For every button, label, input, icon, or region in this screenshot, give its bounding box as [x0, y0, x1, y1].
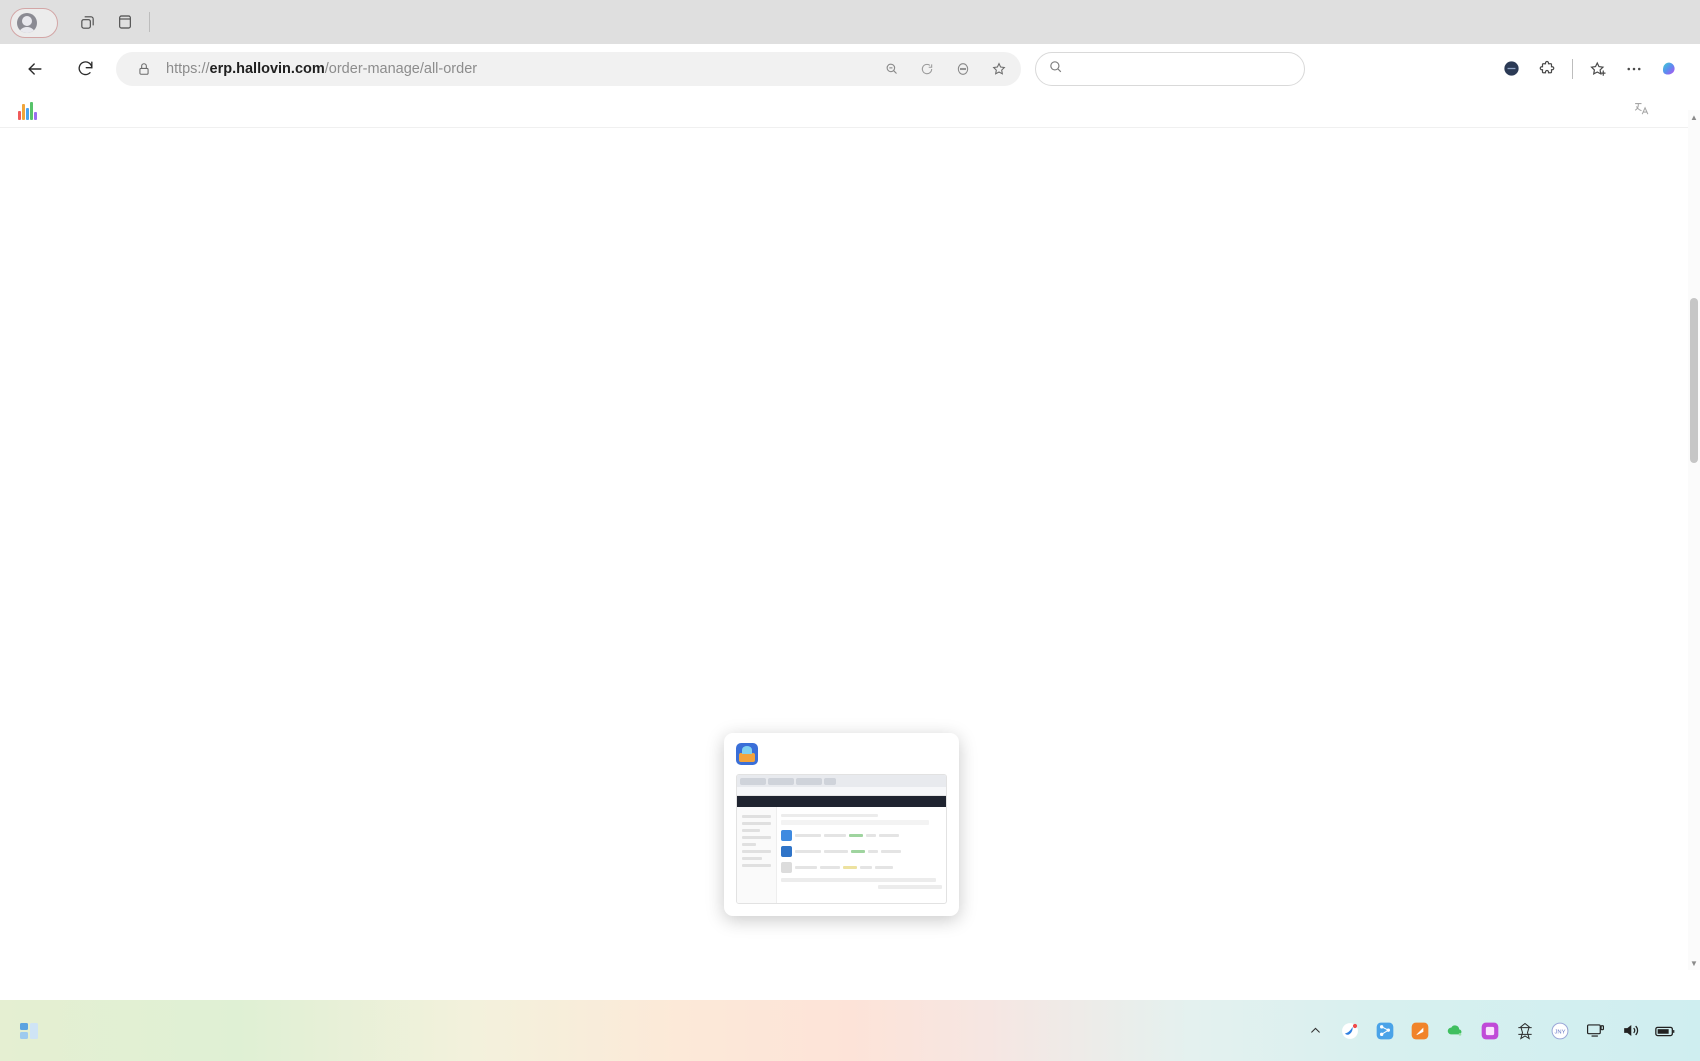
window-thumbnail-icon — [736, 743, 758, 765]
bookmark-star-icon[interactable] — [985, 55, 1013, 83]
lock-icon — [130, 55, 158, 83]
profile-sign-in-button[interactable] — [10, 8, 58, 38]
copilot-icon[interactable] — [1654, 53, 1686, 85]
tray-blue-bird-icon[interactable] — [1338, 1019, 1362, 1043]
toolbar-right-icons — [1495, 53, 1690, 85]
refresh-page-icon[interactable] — [913, 55, 941, 83]
reload-icon[interactable] — [68, 52, 102, 86]
search-icon — [1048, 59, 1063, 79]
vertical-scrollbar[interactable]: ▲ ▼ — [1688, 110, 1700, 970]
more-icon[interactable] — [1618, 53, 1650, 85]
favorites-icon[interactable] — [1582, 53, 1614, 85]
toolbar-divider — [1572, 58, 1573, 79]
puzzle-icon[interactable] — [1531, 53, 1563, 85]
volume-icon[interactable] — [1618, 1019, 1642, 1043]
scroll-down-arrow[interactable]: ▼ — [1688, 956, 1700, 970]
more-circle-icon[interactable] — [949, 55, 977, 83]
tray-node-graph-icon[interactable] — [1373, 1019, 1397, 1043]
tray-circle-logo-icon[interactable]: JNY — [1548, 1019, 1572, 1043]
tray-green-cloud-icon[interactable] — [1443, 1019, 1467, 1043]
chevron-up-icon[interactable] — [1303, 1019, 1327, 1043]
browser-toolbar: https://erp.hallovin.com/order-manage/al… — [0, 44, 1700, 93]
scrollbar-thumb[interactable] — [1690, 298, 1698, 463]
screen-root: https://erp.hallovin.com/order-manage/al… — [0, 0, 1700, 1061]
vertical-tabs-icon[interactable] — [110, 7, 140, 37]
app-brand[interactable] — [18, 101, 44, 120]
back-icon[interactable] — [18, 52, 52, 86]
tray-purple-square-icon[interactable] — [1478, 1019, 1502, 1043]
preview-thumbnail — [736, 774, 947, 904]
tray-orange-flag-icon[interactable] — [1408, 1019, 1432, 1043]
widgets-button[interactable] — [10, 1009, 48, 1053]
app-navigation-bar — [0, 93, 1700, 128]
window-preview-popup[interactable] — [724, 733, 959, 916]
taskbar-left — [10, 1009, 48, 1053]
svg-text:JNY: JNY — [1554, 1029, 1565, 1035]
scroll-up-arrow[interactable]: ▲ — [1688, 110, 1700, 124]
close-button[interactable] — [1654, 0, 1700, 44]
battery-icon[interactable] — [1653, 1019, 1677, 1043]
maximize-button[interactable] — [1608, 0, 1654, 44]
preview-header — [736, 743, 947, 765]
url-text: https://erp.hallovin.com/order-manage/al… — [166, 60, 478, 77]
minimize-button[interactable] — [1562, 0, 1608, 44]
extension-dark-icon[interactable] — [1495, 53, 1527, 85]
brand-logo-icon — [18, 101, 37, 120]
avatar — [17, 13, 37, 33]
window-controls — [1562, 0, 1700, 44]
split-screen-icon[interactable] — [72, 7, 102, 37]
zoom-out-icon[interactable] — [877, 55, 905, 83]
translate-icon[interactable] — [1633, 100, 1650, 120]
address-bar[interactable]: https://erp.hallovin.com/order-manage/al… — [116, 51, 1021, 86]
system-tray: JNY — [1303, 1019, 1692, 1043]
search-input[interactable] — [1035, 51, 1305, 86]
display-monitor-icon[interactable] — [1583, 1019, 1607, 1043]
tray-mesh-icon[interactable] — [1513, 1019, 1537, 1043]
tab-divider — [149, 12, 150, 32]
browser-tab-strip — [0, 0, 1700, 44]
windows-taskbar: JNY — [0, 1000, 1700, 1061]
